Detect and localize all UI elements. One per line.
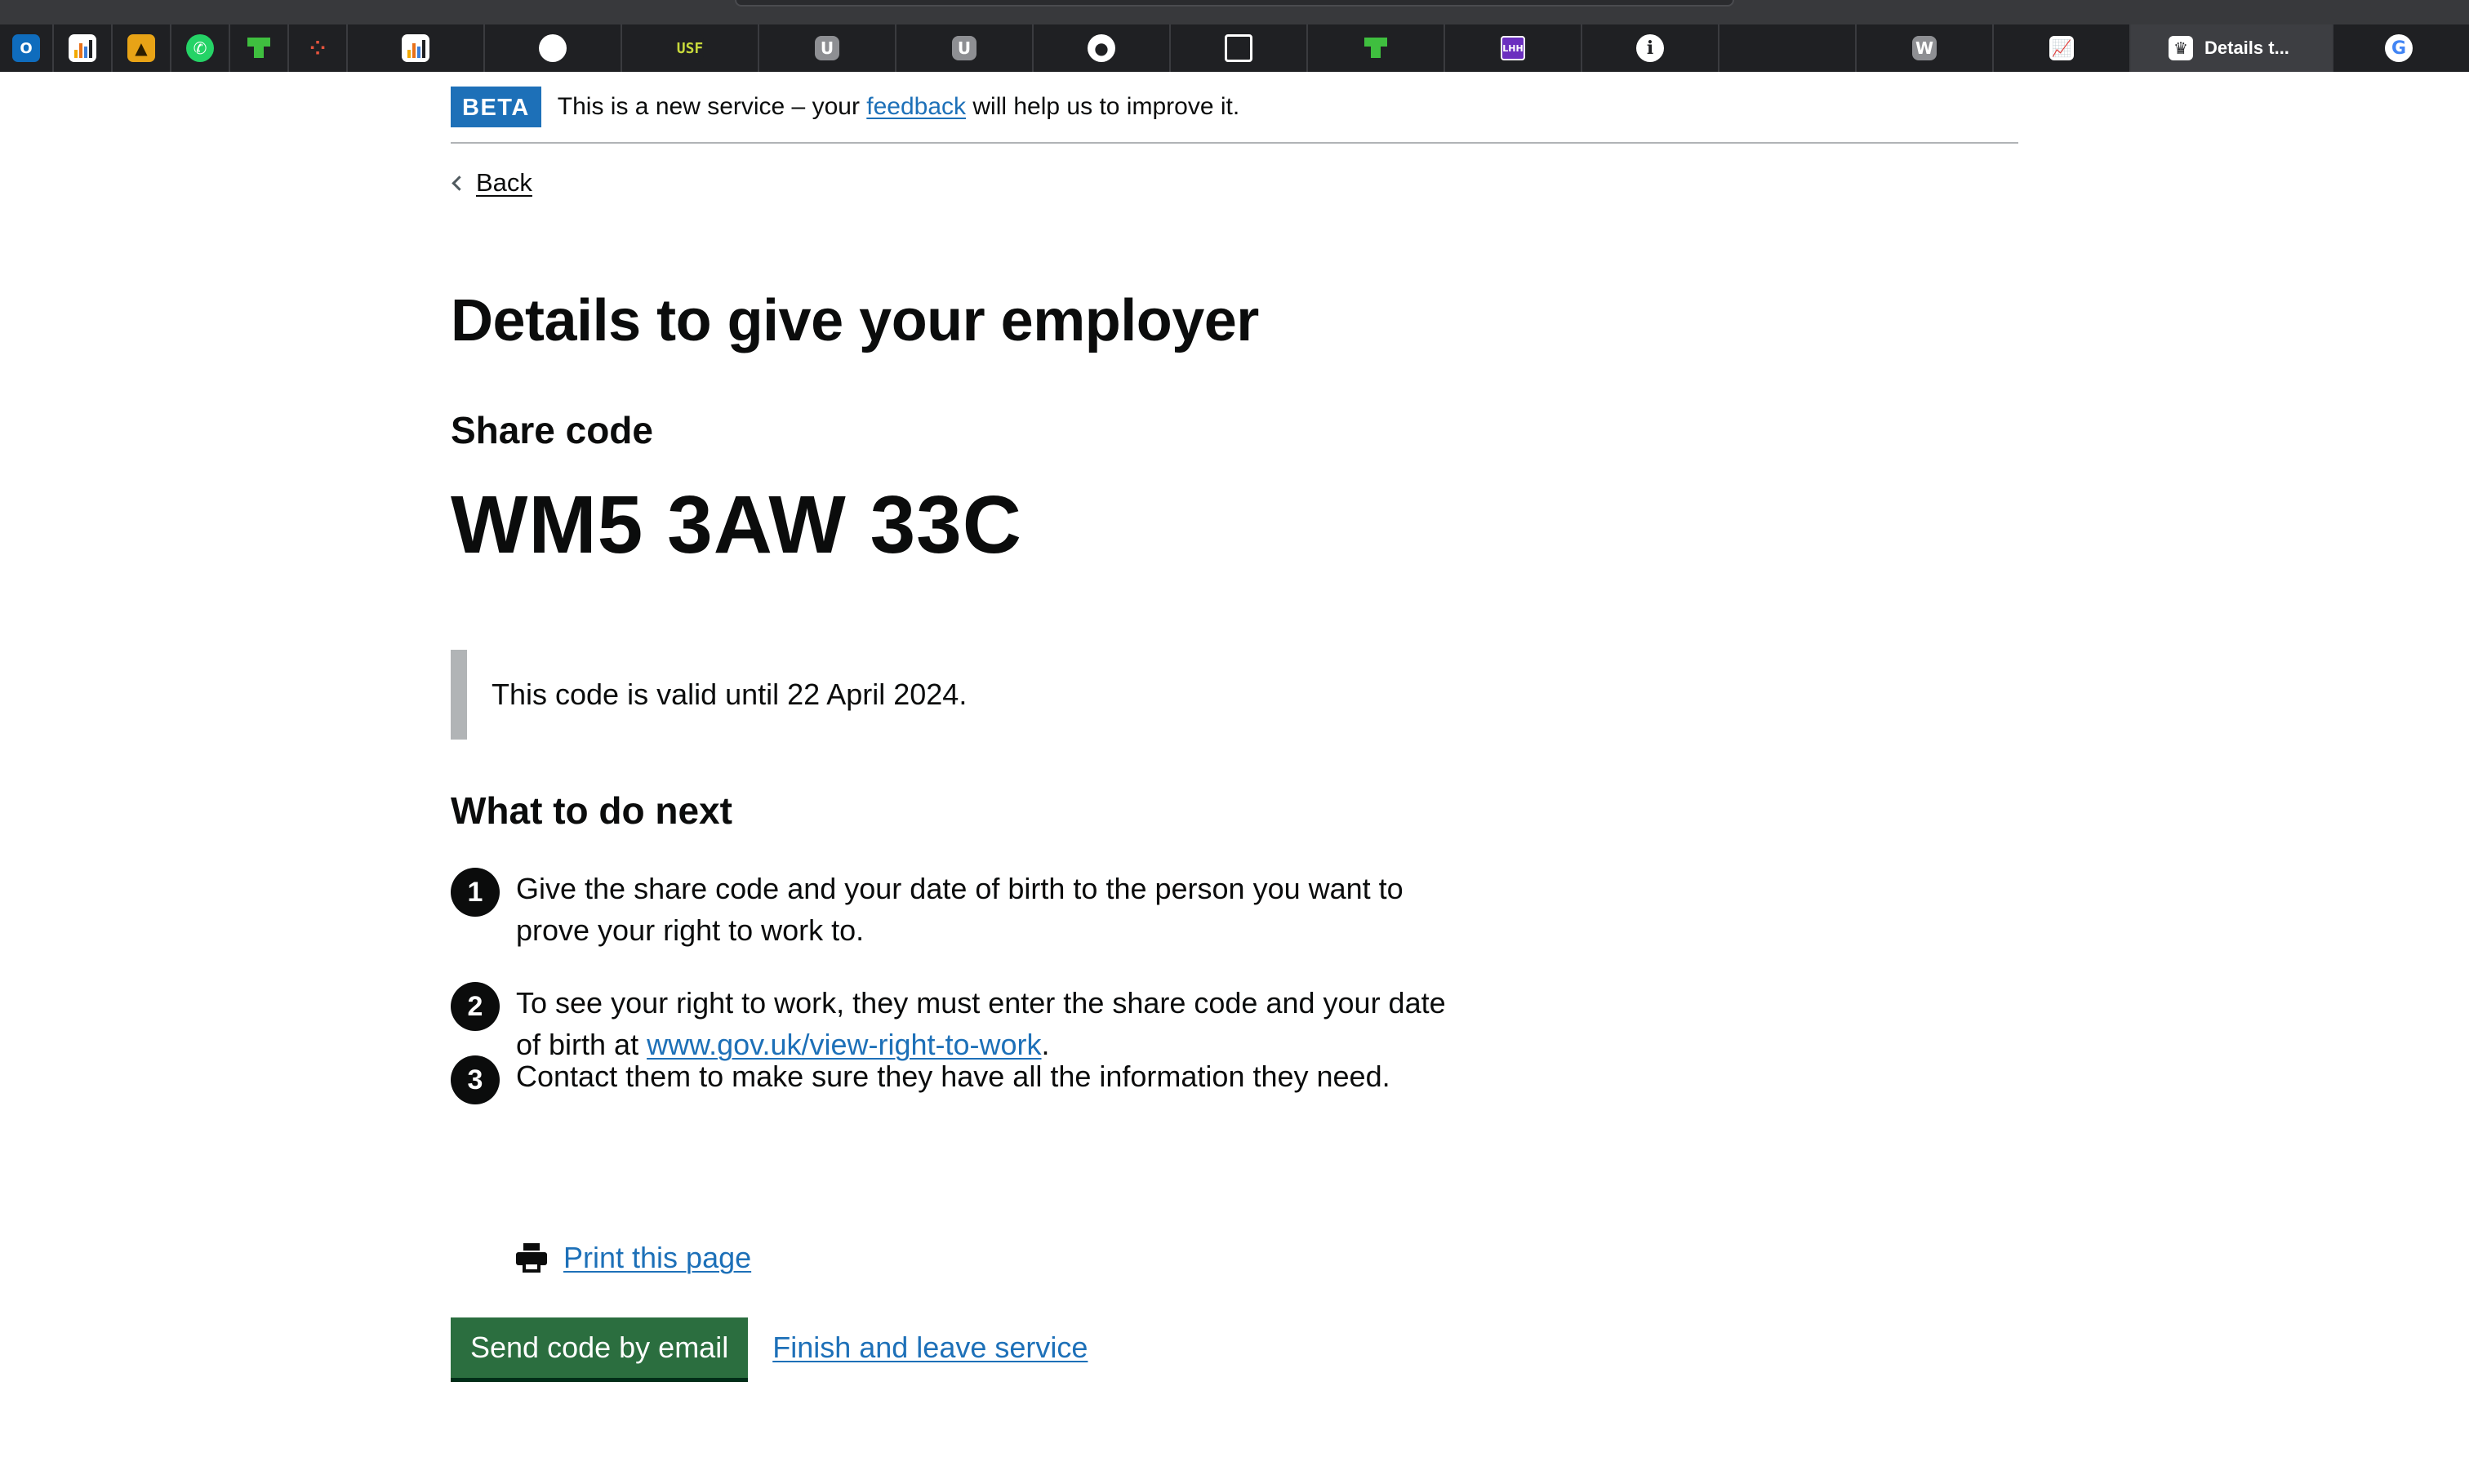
main-content: BETA This is a new service – your feedba… — [451, 72, 2018, 1378]
share-code-value: WM5 3AW 33C — [451, 479, 1023, 571]
address-bar[interactable] — [735, 0, 1734, 7]
tab-bar-chart-2[interactable] — [348, 24, 485, 72]
validity-inset: This code is valid until 22 April 2024. — [451, 650, 967, 740]
orange-app-icon: ▲ — [127, 34, 155, 62]
crown-icon: ♛ — [2169, 36, 2193, 60]
github-icon: ● — [1088, 34, 1115, 62]
tab-usf[interactable]: USF — [622, 24, 759, 72]
tab-blue-chart[interactable]: 📈 — [1994, 24, 2131, 72]
step-text: Contact them to make sure they have all … — [516, 1060, 1390, 1093]
tab-dotted-chart[interactable]: ⁘ — [289, 24, 348, 72]
phase-text-before: This is a new service – your — [557, 93, 867, 120]
tab-details-active[interactable]: ♛ Details t... — [2131, 24, 2333, 72]
w-icon: W — [1912, 36, 1937, 60]
phase-banner-text: This is a new service – your feedback wi… — [558, 93, 1239, 121]
u-icon: U — [815, 36, 839, 60]
grid-icon — [1225, 34, 1252, 62]
tab-title: Details t... — [2204, 38, 2289, 58]
step-item: 1 Give the share code and your date of b… — [451, 868, 1471, 951]
step-item: 2 To see your right to work, they must e… — [451, 982, 1471, 1065]
printer-icon — [516, 1243, 547, 1273]
step-item: 3 Contact them to make sure they have al… — [451, 1055, 1471, 1104]
phase-banner: BETA This is a new service – your feedba… — [451, 72, 2018, 144]
google-icon: G — [2385, 34, 2413, 62]
share-code-label: Share code — [451, 409, 653, 451]
feedback-link[interactable]: feedback — [866, 93, 966, 120]
tab-apple[interactable] — [485, 24, 622, 72]
lhh-icon: LHH — [1501, 36, 1525, 60]
page-title: Details to give your employer — [451, 288, 1259, 353]
finish-and-leave-link[interactable]: Finish and leave service — [772, 1331, 1088, 1365]
step-text: To see your right to work, they must ent… — [516, 986, 1446, 1061]
tab-whatsapp[interactable]: ✆ — [171, 24, 230, 72]
send-code-by-email-button[interactable]: Send code by email — [451, 1317, 749, 1378]
print-page-wrapper: Print this page — [516, 1241, 751, 1275]
step-number: 2 — [451, 982, 500, 1031]
green-t-icon — [1362, 34, 1390, 62]
tab-u-1[interactable]: U — [759, 24, 896, 72]
tab-bar-chart[interactable] — [54, 24, 113, 72]
tab-grid[interactable] — [1171, 24, 1308, 72]
info-icon: i — [1636, 34, 1664, 62]
beta-tag: BETA — [451, 87, 541, 127]
tab-bar: O ▲ ✆ ⁘ USF U U ● LHH i W 📈 ♛ Details t.… — [0, 24, 2469, 72]
u-icon: U — [952, 36, 976, 60]
apple-icon — [539, 34, 567, 62]
green-t-icon — [245, 34, 273, 62]
tab-outlook[interactable]: O — [0, 24, 54, 72]
outlook-icon: O — [12, 34, 40, 62]
validity-text: This code is valid until 22 April 2024. — [492, 678, 968, 711]
tab-green-t[interactable] — [230, 24, 289, 72]
tab-w[interactable]: W — [1857, 24, 1994, 72]
back-link[interactable]: Back — [476, 168, 532, 198]
print-page-link[interactable]: Print this page — [563, 1241, 751, 1275]
chevron-left-icon — [452, 175, 467, 191]
back-link-wrapper: Back — [451, 168, 532, 198]
usf-icon: USF — [676, 34, 704, 62]
blue-chart-icon: 📈 — [2049, 36, 2074, 60]
step-text: Give the share code and your date of bir… — [516, 872, 1404, 947]
step-number: 1 — [451, 868, 500, 917]
tab-orange-app[interactable]: ▲ — [113, 24, 171, 72]
action-buttons: Send code by email Finish and leave serv… — [451, 1317, 1088, 1378]
phase-text-after: will help us to improve it. — [966, 93, 1240, 120]
browser-top-bar — [0, 0, 2469, 24]
tab-github[interactable]: ● — [1034, 24, 1171, 72]
tab-info[interactable]: i — [1582, 24, 1719, 72]
step-number: 3 — [451, 1055, 500, 1104]
tab-blank[interactable] — [1719, 24, 1857, 72]
tab-google[interactable]: G — [2333, 24, 2464, 72]
bar-chart-icon — [402, 34, 429, 62]
bar-chart-icon — [69, 34, 96, 62]
tab-lhh[interactable]: LHH — [1445, 24, 1582, 72]
next-steps-heading: What to do next — [451, 789, 732, 832]
tab-green-t-2[interactable] — [1308, 24, 1445, 72]
dotted-chart-icon: ⁘ — [309, 37, 327, 60]
tab-u-2[interactable]: U — [896, 24, 1034, 72]
whatsapp-icon: ✆ — [186, 34, 214, 62]
